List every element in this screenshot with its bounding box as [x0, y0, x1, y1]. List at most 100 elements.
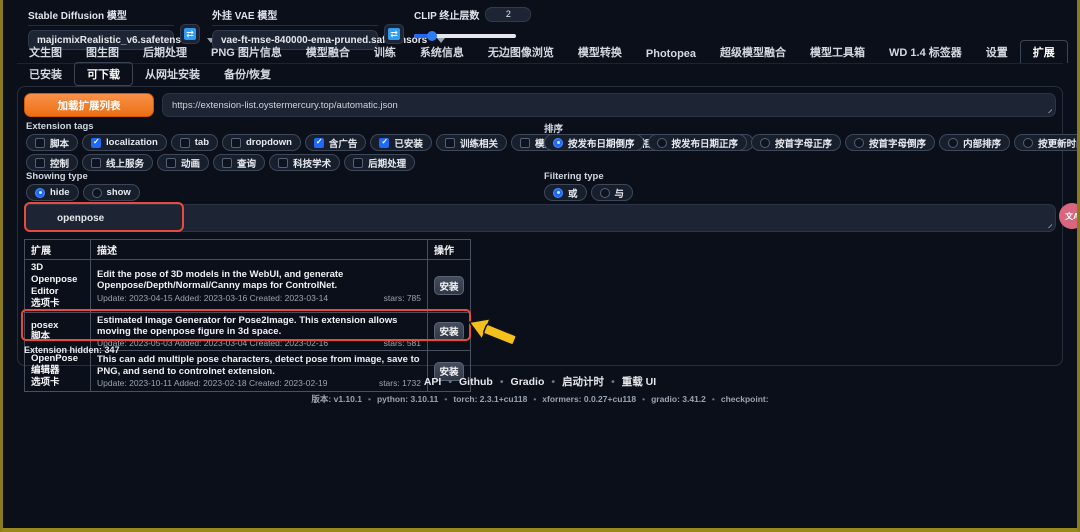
sort-oldest-first[interactable]: 按发布日期正序 — [647, 134, 748, 151]
tag-script[interactable]: 脚本 — [26, 134, 79, 151]
footer-link-reload-ui[interactable]: 重载 UI — [622, 376, 656, 388]
install-button[interactable]: 安装 — [434, 276, 464, 296]
tag-postprocessing[interactable]: 后期处理 — [344, 154, 416, 171]
tab-checkpoint-merger[interactable]: 模型融合 — [294, 41, 362, 63]
tag-training[interactable]: 训练相关 — [435, 134, 507, 151]
tab-install-from-url[interactable]: 从网址安装 — [133, 63, 212, 85]
filtering-and-option[interactable]: 与 — [590, 184, 634, 201]
tab-available[interactable]: 可下载 — [74, 62, 133, 86]
resize-handle[interactable] — [1045, 106, 1052, 113]
sort-a-z[interactable]: 按首字母正序 — [751, 134, 842, 151]
column-header-action: 操作 — [427, 239, 471, 260]
tab-infinite-image-browser[interactable]: 无边图像浏览 — [476, 41, 566, 63]
slider-handle[interactable] — [427, 31, 437, 41]
checkbox-checked-icon[interactable] — [379, 137, 390, 148]
tag-localization[interactable]: localization — [82, 134, 167, 151]
showing-hide-option[interactable]: hide — [26, 184, 79, 201]
translate-float-button[interactable]: 文A — [1059, 203, 1079, 229]
checkbox-checked-icon[interactable] — [91, 137, 102, 148]
sort-update-time[interactable]: 按更新时间 — [1014, 134, 1077, 151]
checkbox-icon[interactable] — [278, 157, 289, 168]
tab-extensions[interactable]: 扩展 — [1019, 40, 1068, 63]
radio-selected-icon[interactable] — [35, 187, 45, 198]
radio-icon[interactable] — [91, 187, 102, 198]
tab-png-info[interactable]: PNG 图片信息 — [199, 41, 294, 63]
radio-icon[interactable] — [1023, 137, 1034, 148]
checkbox-icon[interactable] — [353, 157, 364, 168]
tag-controlnet[interactable]: 控制 — [26, 154, 79, 171]
load-extension-list-button[interactable]: 加载扩展列表 — [24, 93, 154, 117]
tab-settings[interactable]: 设置 — [974, 41, 1020, 63]
radio-icon[interactable] — [656, 137, 667, 148]
footer-python-version: python: 3.10.11 — [376, 394, 439, 404]
extension-dates: Update: 2023-04-15 Added: 2023-03-16 Cre… — [97, 292, 329, 303]
clip-skip-label: CLIP 终止层数 — [414, 11, 480, 22]
filtering-type-row: 或 与 — [544, 184, 634, 201]
tag-installed[interactable]: 已安装 — [370, 134, 432, 151]
tab-system-info[interactable]: 系统信息 — [408, 41, 476, 63]
footer-link-startup-profile[interactable]: 启动计时 — [562, 376, 604, 388]
search-value: openpose — [57, 212, 105, 224]
tab-img2img[interactable]: 图生图 — [74, 41, 131, 63]
install-button[interactable]: 安装 — [434, 321, 464, 341]
tag-tab[interactable]: tab — [170, 134, 218, 151]
extension-tags-row-2: 控制 线上服务 动画 查询 科技学术 后期处理 — [26, 154, 416, 171]
footer-link-api[interactable]: API — [424, 376, 442, 388]
radio-selected-icon[interactable] — [553, 137, 563, 148]
extensions-table: 扩展 描述 操作 3D Openpose Editor 选项卡 Edit the… — [24, 239, 471, 392]
filtering-or-option[interactable]: 或 — [544, 184, 587, 201]
checkbox-icon[interactable] — [231, 137, 241, 148]
tag-online[interactable]: 线上服务 — [82, 154, 154, 171]
extension-search-input[interactable]: openpose — [24, 204, 1056, 232]
sort-newest-first[interactable]: 按发布日期倒序 — [544, 134, 644, 151]
filtering-type-label: Filtering type — [544, 171, 604, 182]
radio-icon[interactable] — [760, 137, 771, 148]
footer-link-gradio[interactable]: Gradio — [511, 376, 545, 388]
radio-icon[interactable] — [854, 137, 865, 148]
checkbox-checked-icon[interactable] — [313, 137, 324, 148]
vae-label: 外挂 VAE 模型 — [212, 7, 378, 26]
checkbox-icon[interactable] — [519, 137, 530, 148]
radio-icon[interactable] — [948, 137, 959, 148]
showing-show-option[interactable]: show — [82, 184, 140, 201]
tab-train[interactable]: 训练 — [362, 41, 408, 63]
refresh-icon — [184, 28, 196, 40]
available-extensions-panel: 加载扩展列表 https://extension-list.oystermerc… — [17, 86, 1077, 392]
showing-type-row: hide show — [26, 184, 140, 201]
tab-installed[interactable]: 已安装 — [17, 63, 74, 85]
tag-science[interactable]: 科技学术 — [269, 154, 341, 171]
radio-icon[interactable] — [599, 187, 610, 198]
tag-ads[interactable]: 含广告 — [304, 134, 367, 151]
checkbox-icon[interactable] — [166, 157, 177, 168]
tab-photopea[interactable]: Photopea — [634, 45, 708, 63]
tag-animation[interactable]: 动画 — [157, 154, 210, 171]
sort-label: 排序 — [544, 124, 564, 135]
translate-icon: 文A — [1065, 211, 1079, 221]
checkbox-icon[interactable] — [35, 137, 45, 148]
tab-extras[interactable]: 后期处理 — [131, 41, 199, 63]
tag-dropdown[interactable]: dropdown — [222, 134, 301, 151]
resize-handle[interactable] — [1045, 221, 1052, 228]
tab-backup-restore[interactable]: 备份/恢复 — [212, 63, 283, 85]
checkbox-icon[interactable] — [91, 157, 102, 168]
footer-link-github[interactable]: Github — [459, 376, 493, 388]
extension-index-url-input[interactable]: https://extension-list.oystermercury.top… — [162, 93, 1056, 117]
tab-wd14-tagger[interactable]: WD 1.4 标签器 — [877, 41, 974, 63]
refresh-icon — [388, 28, 400, 40]
sort-z-a[interactable]: 按首字母倒序 — [845, 134, 936, 151]
footer-gradio-version: gradio: 3.41.2 — [651, 394, 706, 404]
checkbox-icon[interactable] — [444, 137, 455, 148]
clip-skip-number-input[interactable]: 2 — [485, 7, 532, 22]
tab-supermerger[interactable]: 超级模型融合 — [708, 41, 798, 63]
radio-selected-icon[interactable] — [553, 187, 563, 198]
tab-txt2img[interactable]: 文生图 — [17, 41, 74, 63]
checkbox-icon[interactable] — [35, 157, 45, 168]
tab-model-converter[interactable]: 模型转换 — [566, 41, 634, 63]
sort-internal[interactable]: 内部排序 — [939, 134, 1011, 151]
tag-query[interactable]: 查询 — [213, 154, 266, 171]
clip-skip-slider[interactable] — [414, 31, 516, 41]
checkbox-icon[interactable] — [222, 157, 233, 168]
checkbox-icon[interactable] — [179, 137, 190, 148]
extension-tags-label: Extension tags — [26, 121, 94, 132]
tab-model-toolkit[interactable]: 模型工具箱 — [798, 41, 877, 63]
